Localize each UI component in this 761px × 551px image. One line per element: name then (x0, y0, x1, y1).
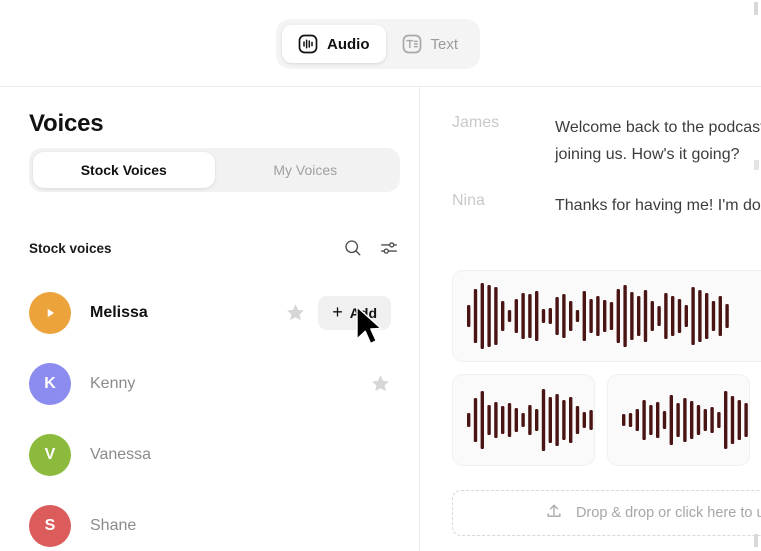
upload-dropzone[interactable]: Drop & drop or click here to upload (452, 490, 761, 536)
waveform-graphic (467, 385, 594, 455)
audio-clip-card[interactable] (607, 374, 750, 466)
utterance-text: Welcome back to the podcast. Thanks for … (555, 119, 761, 163)
upload-arrow-icon (544, 501, 564, 526)
stock-voices-header: Stock voices (29, 237, 400, 259)
search-icon[interactable] (342, 237, 364, 259)
upload-dropzone-label: Drop & drop or click here to upload (575, 505, 761, 521)
audio-clip-row (452, 374, 761, 466)
editor-panel: James Welcome back to the podcast. Thank… (421, 87, 761, 551)
utterance-text: Thanks for having me! I'm doing great. (555, 197, 761, 214)
text-lines-icon (402, 34, 422, 54)
waveform-area (452, 270, 761, 466)
voices-segmented-control: Stock Voices My Voices (29, 148, 400, 192)
top-bar: Audio Text (0, 0, 761, 87)
voice-row-melissa[interactable]: Melissa + Add (0, 277, 419, 348)
tab-text[interactable]: Text (386, 25, 475, 63)
tab-audio[interactable]: Audio (282, 25, 386, 63)
voice-name-melissa: Melissa (90, 303, 148, 321)
audio-clip-card[interactable] (452, 374, 595, 466)
voice-row-vanessa[interactable]: V Vanessa (0, 419, 419, 490)
audio-clip-card[interactable] (452, 270, 761, 362)
voice-row-actions: + Add (284, 295, 391, 330)
audio-waveform-icon (298, 34, 318, 54)
avatar-initial: K (44, 374, 56, 392)
favorite-star-icon[interactable] (369, 373, 391, 395)
clipped-edge-mark (754, 2, 758, 15)
page-title: Voices (29, 110, 104, 137)
add-voice-button[interactable]: + Add (318, 295, 391, 330)
add-voice-label: Add (349, 304, 377, 321)
avatar-melissa (29, 291, 71, 334)
voice-name-kenny: Kenny (90, 374, 136, 392)
voice-row-kenny[interactable]: K Kenny (0, 348, 419, 419)
transcript: James Welcome back to the podcast. Thank… (452, 114, 761, 243)
play-icon (47, 308, 55, 317)
speaker-name: Nina (452, 192, 485, 209)
avatar-kenny: K (29, 362, 71, 405)
app-root: Audio Text Voices Stock Voices My Voices… (0, 0, 761, 551)
sliders-filter-icon[interactable] (378, 237, 400, 259)
clipped-edge-mark (754, 160, 759, 170)
voice-name-shane: Shane (90, 516, 137, 534)
favorite-star-icon[interactable] (284, 302, 306, 324)
tab-stock-voices[interactable]: Stock Voices (33, 152, 215, 188)
speaker-name: James (452, 114, 500, 131)
stock-voices-list: Melissa + Add K Kenny V Vanessa S Shane (0, 277, 419, 551)
voices-panel: Voices Stock Voices My Voices Stock voic… (0, 87, 420, 551)
voice-name-vanessa: Vanessa (90, 445, 152, 463)
avatar-initial: V (44, 445, 56, 463)
mode-switch: Audio Text (276, 19, 481, 69)
clipped-edge-mark (754, 534, 758, 547)
avatar-initial: S (44, 516, 56, 534)
waveform-graphic (467, 281, 732, 351)
transcript-line[interactable]: James Welcome back to the podcast. Thank… (452, 114, 761, 168)
tab-audio-label: Audio (327, 35, 370, 53)
waveform-graphic (622, 385, 749, 455)
list-header-actions (342, 237, 400, 259)
tab-my-voices[interactable]: My Voices (215, 152, 397, 188)
avatar-vanessa: V (29, 433, 71, 476)
tab-text-label: Text (430, 35, 459, 53)
voice-row-actions (369, 373, 391, 395)
stock-voices-label: Stock voices (29, 240, 112, 256)
voice-row-shane[interactable]: S Shane (0, 490, 419, 551)
avatar-shane: S (29, 504, 71, 547)
plus-icon: + (332, 302, 343, 322)
transcript-line[interactable]: Nina Thanks for having me! I'm doing gre… (452, 192, 761, 219)
